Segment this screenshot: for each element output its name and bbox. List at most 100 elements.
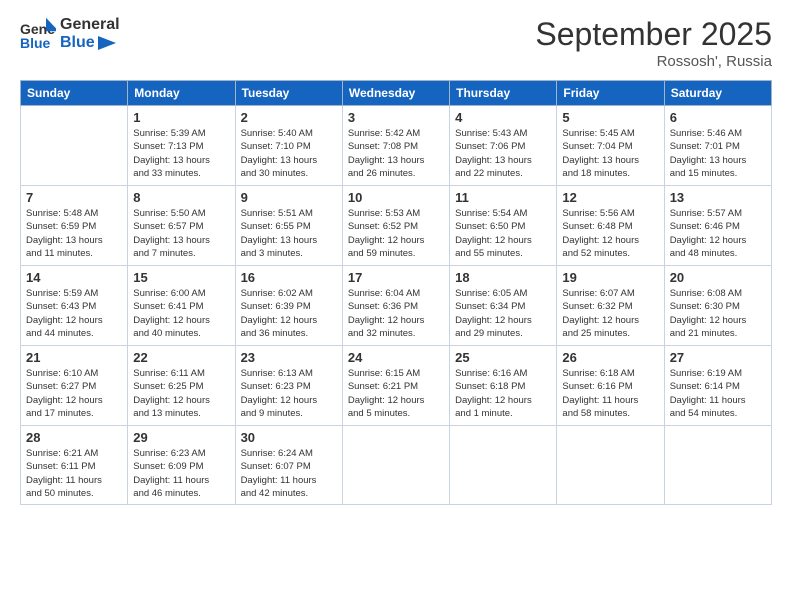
day-number: 15 xyxy=(133,270,229,285)
day-info: Sunrise: 5:46 AMSunset: 7:01 PMDaylight:… xyxy=(670,127,766,180)
day-info: Sunrise: 6:18 AMSunset: 6:16 PMDaylight:… xyxy=(562,367,658,420)
day-info: Sunrise: 6:19 AMSunset: 6:14 PMDaylight:… xyxy=(670,367,766,420)
day-info-line: Sunset: 6:57 PM xyxy=(133,221,203,232)
calendar-cell: 20Sunrise: 6:08 AMSunset: 6:30 PMDayligh… xyxy=(664,266,771,346)
day-number: 2 xyxy=(241,110,337,125)
day-info-line: Sunrise: 5:46 AM xyxy=(670,128,742,139)
day-info: Sunrise: 6:05 AMSunset: 6:34 PMDaylight:… xyxy=(455,287,551,340)
day-info-line: and 32 minutes. xyxy=(348,328,416,339)
day-info-line: Daylight: 12 hours xyxy=(670,235,747,246)
day-info-line: Sunrise: 5:39 AM xyxy=(133,128,205,139)
logo: General Blue General Blue xyxy=(20,16,120,52)
day-info: Sunrise: 5:51 AMSunset: 6:55 PMDaylight:… xyxy=(241,207,337,260)
day-info-line: Daylight: 12 hours xyxy=(670,315,747,326)
day-info-line: and 30 minutes. xyxy=(241,168,309,179)
day-info-line: Sunset: 6:52 PM xyxy=(348,221,418,232)
calendar-cell: 16Sunrise: 6:02 AMSunset: 6:39 PMDayligh… xyxy=(235,266,342,346)
day-info-line: Daylight: 12 hours xyxy=(562,235,639,246)
day-info-line: Sunrise: 6:07 AM xyxy=(562,288,634,299)
day-info: Sunrise: 6:23 AMSunset: 6:09 PMDaylight:… xyxy=(133,447,229,500)
day-info-line: Sunrise: 6:19 AM xyxy=(670,368,742,379)
day-number: 21 xyxy=(26,350,122,365)
day-info-line: Sunrise: 6:21 AM xyxy=(26,448,98,459)
calendar-cell: 5 Sunrise: 5:45 AMSunset: 7:04 PMDaylight… xyxy=(557,106,664,186)
day-number: 16 xyxy=(241,270,337,285)
weekday-header-tuesday: Tuesday xyxy=(235,81,342,106)
day-info-line: Daylight: 12 hours xyxy=(348,235,425,246)
day-info-line: and 46 minutes. xyxy=(133,488,201,499)
day-info-line: and 13 minutes. xyxy=(133,408,201,419)
logo-arrow-icon xyxy=(98,36,116,50)
day-info-line: and 44 minutes. xyxy=(26,328,94,339)
day-info-line: Sunrise: 6:15 AM xyxy=(348,368,420,379)
day-info: Sunrise: 5:43 AMSunset: 7:06 PMDaylight:… xyxy=(455,127,551,180)
day-info-line: Daylight: 12 hours xyxy=(26,395,103,406)
day-info-line: Sunrise: 6:24 AM xyxy=(241,448,313,459)
day-info: Sunrise: 5:45 AMSunset: 7:04 PMDaylight:… xyxy=(562,127,658,180)
calendar-cell: 28Sunrise: 6:21 AMSunset: 6:11 PMDayligh… xyxy=(21,426,128,505)
day-info-line: and 33 minutes. xyxy=(133,168,201,179)
day-info-line: Sunset: 6:41 PM xyxy=(133,301,203,312)
calendar-cell: 14Sunrise: 5:59 AMSunset: 6:43 PMDayligh… xyxy=(21,266,128,346)
day-info: Sunrise: 5:39 AMSunset: 7:13 PMDaylight:… xyxy=(133,127,229,180)
day-info: Sunrise: 5:40 AMSunset: 7:10 PMDaylight:… xyxy=(241,127,337,180)
day-info-line: Daylight: 11 hours xyxy=(562,395,638,406)
day-info-line: Sunset: 6:34 PM xyxy=(455,301,525,312)
day-number: 14 xyxy=(26,270,122,285)
day-info-line: Daylight: 11 hours xyxy=(133,475,209,486)
day-info-line: Daylight: 11 hours xyxy=(26,475,102,486)
day-info-line: Sunrise: 6:16 AM xyxy=(455,368,527,379)
day-info-line: Sunset: 7:10 PM xyxy=(241,141,311,152)
calendar-cell xyxy=(557,426,664,505)
day-info: Sunrise: 6:15 AMSunset: 6:21 PMDaylight:… xyxy=(348,367,444,420)
day-info-line: and 7 minutes. xyxy=(133,248,195,259)
day-number: 22 xyxy=(133,350,229,365)
page: General Blue General Blue September 2025… xyxy=(0,0,792,612)
day-info-line: Daylight: 13 hours xyxy=(241,155,318,166)
day-number: 24 xyxy=(348,350,444,365)
day-number: 17 xyxy=(348,270,444,285)
calendar-cell: 22 Sunrise: 6:11 AMSunset: 6:25 PMDayligh… xyxy=(128,346,235,426)
day-info-line: Sunset: 7:08 PM xyxy=(348,141,418,152)
day-info-line: Sunset: 6:11 PM xyxy=(26,461,96,472)
day-info-line: Sunrise: 5:53 AM xyxy=(348,208,420,219)
day-info-line: Sunset: 7:04 PM xyxy=(562,141,632,152)
calendar-cell: 6Sunrise: 5:46 AMSunset: 7:01 PMDaylight… xyxy=(664,106,771,186)
weekday-header-sunday: Sunday xyxy=(21,81,128,106)
day-info-line: Daylight: 12 hours xyxy=(26,315,103,326)
day-info-line: and 18 minutes. xyxy=(562,168,630,179)
calendar-cell: 24 Sunrise: 6:15 AMSunset: 6:21 PMDayligh… xyxy=(342,346,449,426)
calendar-cell: 1Sunrise: 5:39 AMSunset: 7:13 PMDaylight… xyxy=(128,106,235,186)
day-number: 9 xyxy=(241,190,337,205)
day-info-line: Sunset: 6:09 PM xyxy=(133,461,203,472)
calendar-cell: 7Sunrise: 5:48 AMSunset: 6:59 PMDaylight… xyxy=(21,186,128,266)
day-info-line: and 15 minutes. xyxy=(670,168,738,179)
day-number: 18 xyxy=(455,270,551,285)
day-info-line: Sunrise: 5:57 AM xyxy=(670,208,742,219)
day-info-line: Daylight: 12 hours xyxy=(562,315,639,326)
calendar-cell xyxy=(342,426,449,505)
day-info-line: Sunrise: 6:18 AM xyxy=(562,368,634,379)
day-info-line: Daylight: 13 hours xyxy=(348,155,425,166)
day-info-line: and 29 minutes. xyxy=(455,328,523,339)
calendar-cell: 10Sunrise: 5:53 AMSunset: 6:52 PMDayligh… xyxy=(342,186,449,266)
day-info-line: Sunrise: 6:13 AM xyxy=(241,368,313,379)
day-info-line: Daylight: 12 hours xyxy=(348,395,425,406)
day-info-line: Sunrise: 5:42 AM xyxy=(348,128,420,139)
svg-text:Blue: Blue xyxy=(20,35,51,51)
day-info-line: Sunrise: 5:56 AM xyxy=(562,208,634,219)
calendar-cell: 27Sunrise: 6:19 AMSunset: 6:14 PMDayligh… xyxy=(664,346,771,426)
day-info-line: Sunset: 6:23 PM xyxy=(241,381,311,392)
day-info-line: Sunset: 6:48 PM xyxy=(562,221,632,232)
day-info-line: Sunset: 6:07 PM xyxy=(241,461,311,472)
day-info-line: and 59 minutes. xyxy=(348,248,416,259)
day-info-line: Sunrise: 5:50 AM xyxy=(133,208,205,219)
day-info-line: Sunrise: 6:08 AM xyxy=(670,288,742,299)
day-info: Sunrise: 6:13 AMSunset: 6:23 PMDaylight:… xyxy=(241,367,337,420)
month-title: September 2025 xyxy=(535,16,772,53)
day-info: Sunrise: 6:11 AMSunset: 6:25 PMDaylight:… xyxy=(133,367,229,420)
day-number: 5 xyxy=(562,110,658,125)
day-info-line: Sunset: 6:32 PM xyxy=(562,301,632,312)
day-info: Sunrise: 5:56 AM Sunset: 6:48 PM Daylight:… xyxy=(562,207,658,260)
day-info-line: Sunset: 7:01 PM xyxy=(670,141,740,152)
